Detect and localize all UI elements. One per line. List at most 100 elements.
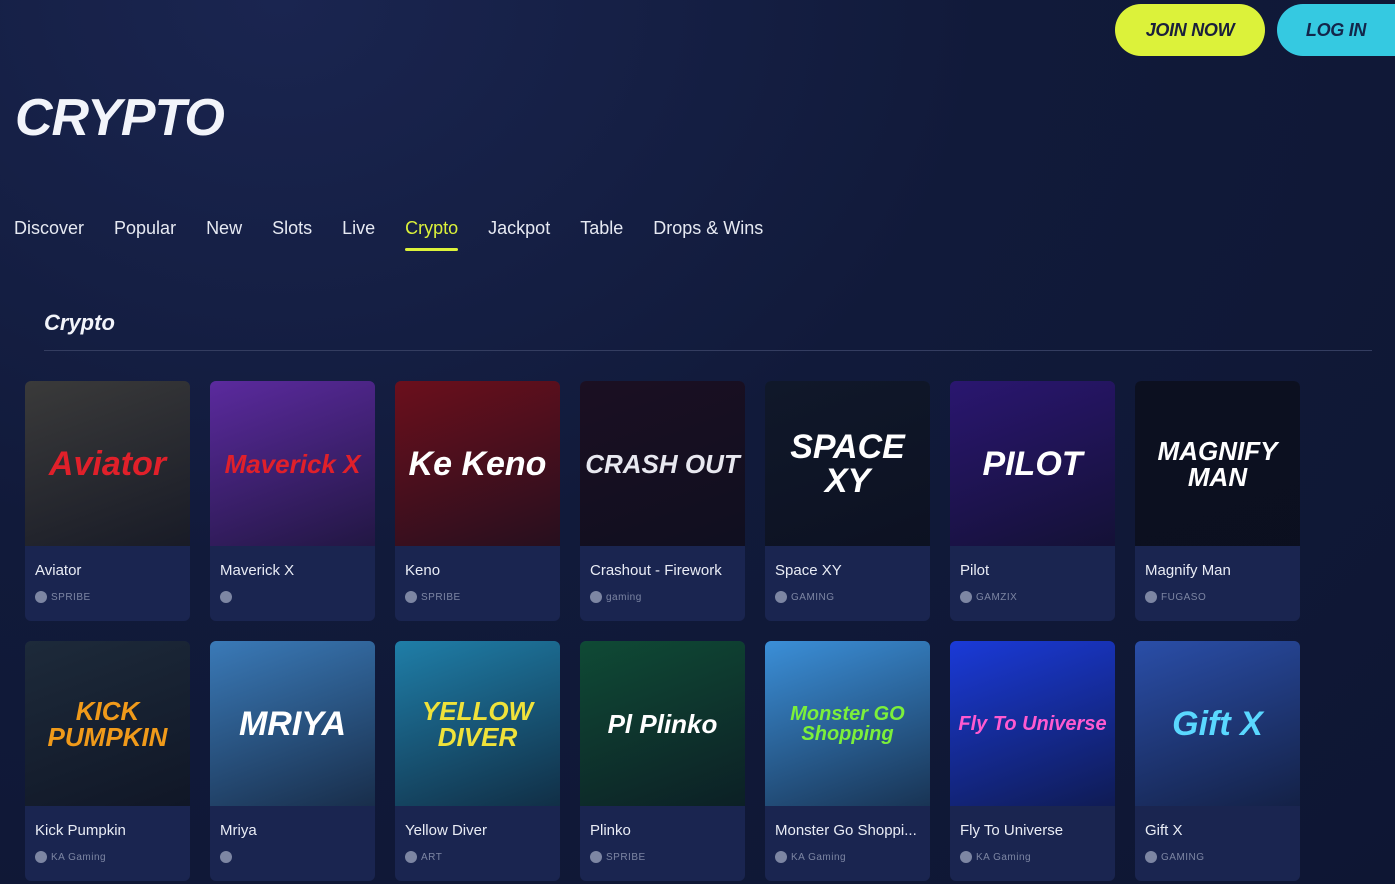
game-thumbnail[interactable]: PILOT bbox=[950, 381, 1115, 546]
provider-logo-icon bbox=[960, 851, 972, 863]
provider-logo-icon bbox=[405, 591, 417, 603]
tab-jackpot[interactable]: Jackpot bbox=[488, 218, 550, 249]
game-name: Gift X bbox=[1145, 822, 1183, 839]
game-grid: Aviator Aviator SPRIBE Maverick X Maverick X… bbox=[25, 381, 1300, 881]
game-logo-text: MAGNIFY MAN bbox=[1157, 435, 1278, 492]
section-divider bbox=[44, 350, 1372, 351]
game-thumbnail[interactable]: SPACE XY bbox=[765, 381, 930, 546]
tab-table[interactable]: Table bbox=[580, 218, 623, 249]
game-provider: GAMING bbox=[1145, 851, 1300, 863]
game-provider: KA Gaming bbox=[960, 851, 1115, 863]
provider-label: SPRIBE bbox=[421, 591, 461, 603]
game-provider bbox=[220, 851, 375, 863]
game-card[interactable]: PILOT Pilot GAMZIX bbox=[950, 381, 1115, 621]
provider-logo-icon bbox=[590, 591, 602, 603]
game-provider: SPRIBE bbox=[590, 851, 745, 863]
game-card[interactable]: Ke Keno Keno SPRIBE bbox=[395, 381, 560, 621]
game-logo-text: PILOT bbox=[982, 444, 1083, 483]
provider-label: SPRIBE bbox=[606, 851, 646, 863]
game-name: Space XY bbox=[775, 562, 842, 579]
game-card[interactable]: CRASH OUT Crashout - Firework gaming bbox=[580, 381, 745, 621]
game-thumbnail[interactable]: CRASH OUT bbox=[580, 381, 745, 546]
game-card[interactable]: Pl Plinko Plinko SPRIBE bbox=[580, 641, 745, 881]
game-provider: KA Gaming bbox=[35, 851, 190, 863]
game-provider: SPRIBE bbox=[405, 591, 560, 603]
game-card[interactable]: MAGNIFY MAN Magnify Man FUGASO bbox=[1135, 381, 1300, 621]
game-card[interactable]: KICK PUMPKIN Kick Pumpkin KA Gaming bbox=[25, 641, 190, 881]
game-card[interactable]: YELLOW DIVER Yellow Diver ART bbox=[395, 641, 560, 881]
provider-logo-icon bbox=[220, 591, 232, 603]
game-card[interactable]: MRIYA Mriya bbox=[210, 641, 375, 881]
game-provider: ART bbox=[405, 851, 560, 863]
provider-logo-icon bbox=[1145, 851, 1157, 863]
provider-label: SPRIBE bbox=[51, 591, 91, 603]
provider-label: ART bbox=[421, 851, 443, 863]
tab-live[interactable]: Live bbox=[342, 218, 375, 249]
provider-label: KA Gaming bbox=[791, 851, 847, 863]
provider-label: gaming bbox=[606, 591, 642, 603]
provider-logo-icon bbox=[775, 591, 787, 603]
provider-logo-icon bbox=[960, 591, 972, 603]
tab-popular[interactable]: Popular bbox=[114, 218, 176, 249]
game-name: Yellow Diver bbox=[405, 822, 487, 839]
game-logo-text: Aviator bbox=[48, 444, 167, 483]
join-now-button[interactable]: JOIN NOW bbox=[1115, 4, 1265, 56]
game-provider: FUGASO bbox=[1145, 591, 1300, 603]
game-provider: SPRIBE bbox=[35, 591, 190, 603]
provider-label: GAMZIX bbox=[976, 591, 1018, 603]
game-provider: GAMZIX bbox=[960, 591, 1115, 603]
provider-logo-icon bbox=[775, 851, 787, 863]
log-in-button[interactable]: LOG IN bbox=[1277, 4, 1395, 56]
tab-crypto[interactable]: Crypto bbox=[405, 218, 459, 251]
provider-logo-icon bbox=[35, 851, 47, 863]
game-logo-text: YELLOW DIVER bbox=[421, 695, 534, 752]
provider-label: GAMING bbox=[791, 591, 835, 603]
game-logo-text: Maverick X bbox=[224, 448, 361, 479]
page-title: CRYPTO bbox=[15, 89, 225, 147]
auth-buttons: JOIN NOW LOG IN bbox=[1115, 4, 1395, 56]
game-provider: KA Gaming bbox=[775, 851, 930, 863]
game-card[interactable]: Fly To Universe Fly To Universe KA Gaming bbox=[950, 641, 1115, 881]
game-card[interactable]: Maverick X Maverick X bbox=[210, 381, 375, 621]
game-name: Pilot bbox=[960, 562, 990, 579]
game-card[interactable]: SPACE XY Space XY GAMING bbox=[765, 381, 930, 621]
game-thumbnail[interactable]: YELLOW DIVER bbox=[395, 641, 560, 806]
game-thumbnail[interactable]: Gift X bbox=[1135, 641, 1300, 806]
provider-logo-icon bbox=[405, 851, 417, 863]
section-title: Crypto bbox=[44, 310, 115, 335]
provider-logo-icon bbox=[1145, 591, 1157, 603]
game-card[interactable]: Monster GO Shopping Monster Go Shoppi... K… bbox=[765, 641, 930, 881]
tab-slots[interactable]: Slots bbox=[272, 218, 312, 249]
game-logo-text: KICK PUMPKIN bbox=[47, 695, 168, 752]
game-thumbnail[interactable]: Ke Keno bbox=[395, 381, 560, 546]
game-thumbnail[interactable]: KICK PUMPKIN bbox=[25, 641, 190, 806]
game-name: Crashout - Firework bbox=[590, 562, 722, 579]
game-thumbnail[interactable]: Pl Plinko bbox=[580, 641, 745, 806]
game-name: Aviator bbox=[35, 562, 82, 579]
game-logo-text: Ke Keno bbox=[408, 444, 547, 483]
game-name: Plinko bbox=[590, 822, 631, 839]
game-provider: gaming bbox=[590, 591, 745, 603]
provider-logo-icon bbox=[220, 851, 232, 863]
game-thumbnail[interactable]: Monster GO Shopping bbox=[765, 641, 930, 806]
provider-logo-icon bbox=[35, 591, 47, 603]
game-thumbnail[interactable]: MRIYA bbox=[210, 641, 375, 806]
tab-discover[interactable]: Discover bbox=[14, 218, 84, 249]
game-card[interactable]: Aviator Aviator SPRIBE bbox=[25, 381, 190, 621]
game-logo-text: SPACE XY bbox=[790, 427, 905, 500]
game-name: Fly To Universe bbox=[960, 822, 1064, 839]
game-logo-text: Fly To Universe bbox=[958, 712, 1107, 735]
game-card[interactable]: Gift X Gift X GAMING bbox=[1135, 641, 1300, 881]
game-thumbnail[interactable]: Aviator bbox=[25, 381, 190, 546]
provider-label: KA Gaming bbox=[976, 851, 1032, 863]
tab-new[interactable]: New bbox=[206, 218, 242, 249]
provider-label: GAMING bbox=[1161, 851, 1205, 863]
game-name: Mriya bbox=[220, 822, 257, 839]
game-thumbnail[interactable]: Fly To Universe bbox=[950, 641, 1115, 806]
provider-logo-icon bbox=[590, 851, 602, 863]
game-logo-text: Gift X bbox=[1172, 704, 1263, 743]
game-name: Kick Pumpkin bbox=[35, 822, 126, 839]
game-thumbnail[interactable]: Maverick X bbox=[210, 381, 375, 546]
tab-drops-wins[interactable]: Drops & Wins bbox=[653, 218, 763, 249]
game-thumbnail[interactable]: MAGNIFY MAN bbox=[1135, 381, 1300, 546]
